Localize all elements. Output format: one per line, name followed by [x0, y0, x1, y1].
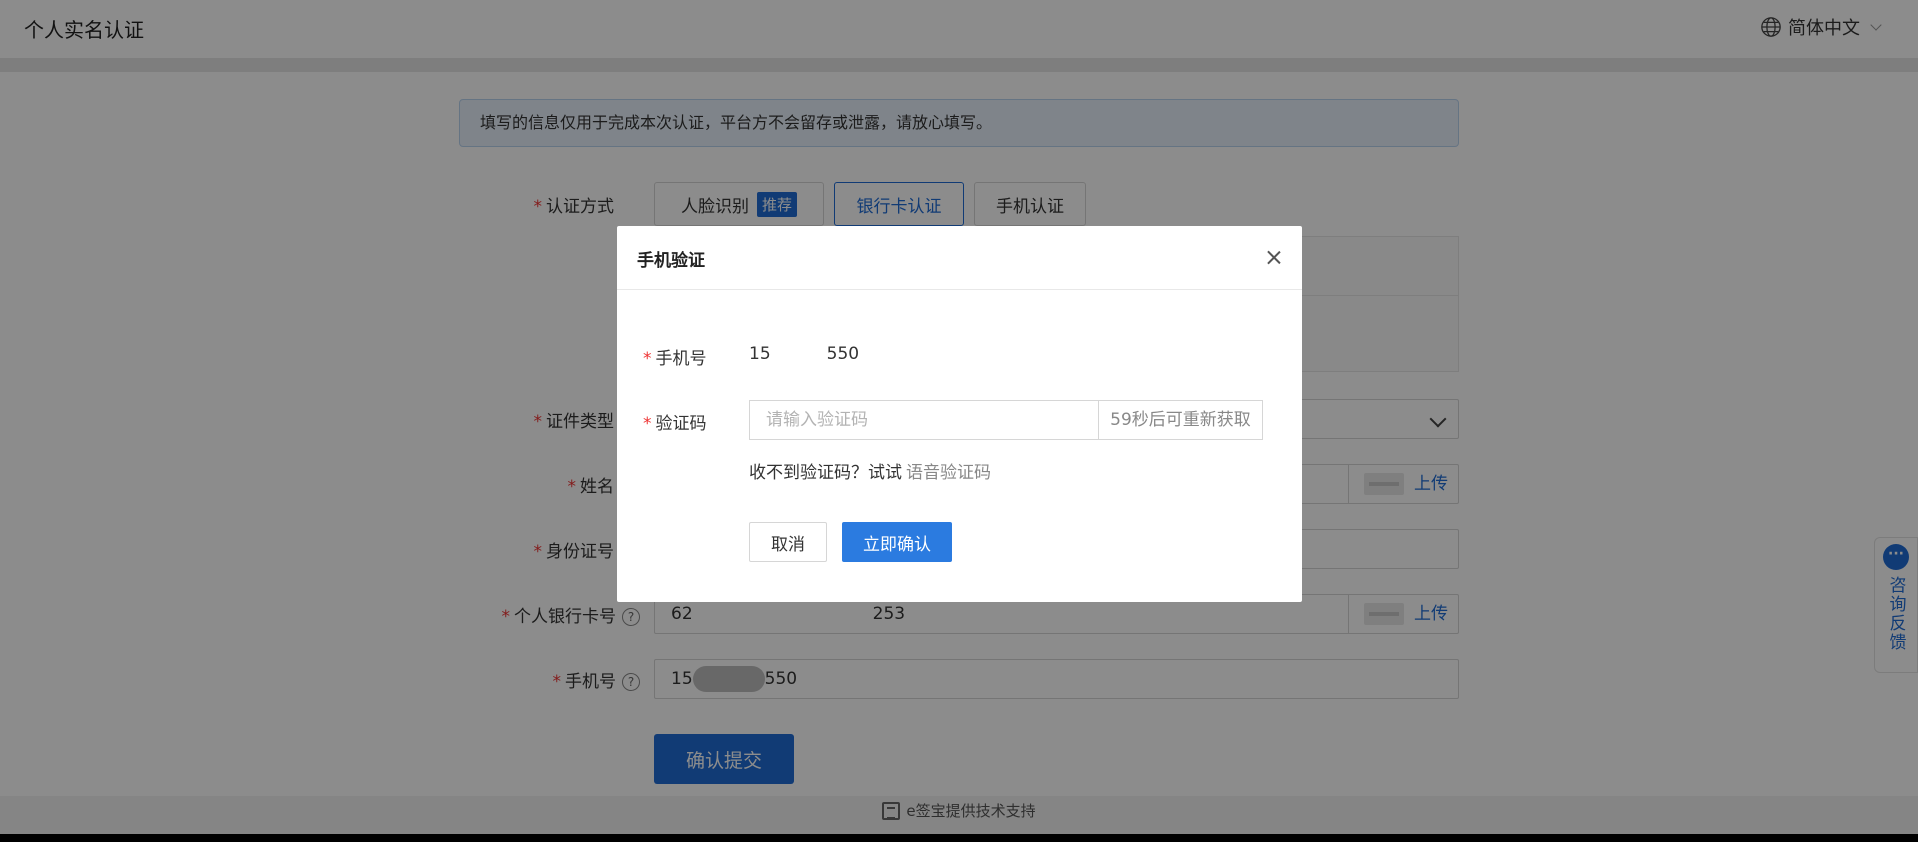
voice-code-link[interactable]: 语音验证码 — [906, 463, 991, 483]
masked-segment — [770, 344, 827, 364]
modal-phone-label: * 手机号 — [643, 349, 707, 369]
resend-countdown: 59秒后可重新获取 — [1098, 400, 1263, 440]
dialog-header: 手机验证 — [617, 226, 1302, 290]
confirm-button[interactable]: 立即确认 — [842, 522, 952, 562]
phone-verify-dialog: 手机验证 *手机号 15 550 *验证码 59秒后可重新获取 收不到验证码？试试… — [617, 226, 1302, 602]
modal-phone-value: 15 550 — [749, 344, 859, 364]
phone-prefix: 15 — [749, 344, 771, 364]
cancel-button[interactable]: 取消 — [749, 522, 827, 562]
phone-suffix: 550 — [826, 344, 860, 364]
close-icon[interactable] — [1264, 248, 1284, 268]
modal-code-label: * 验证码 — [643, 414, 707, 434]
dialog-title: 手机验证 — [637, 251, 705, 271]
verification-code-input[interactable] — [749, 400, 1099, 440]
hint-text: 收不到验证码？试试 — [749, 463, 902, 483]
code-hint: 收不到验证码？试试 语音验证码 — [749, 458, 991, 483]
